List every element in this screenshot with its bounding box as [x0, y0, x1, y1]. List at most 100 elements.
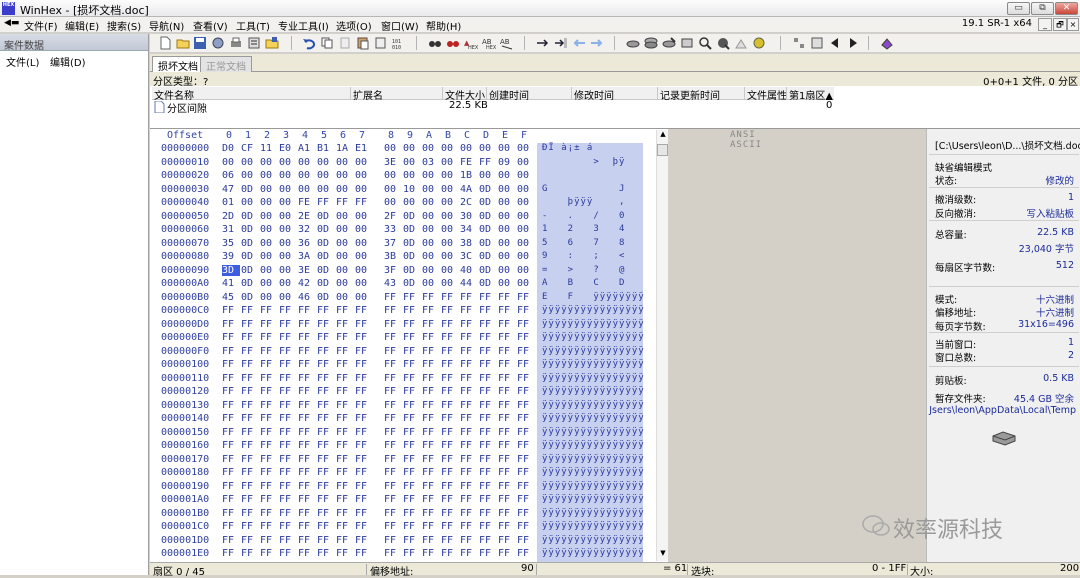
hex-byte[interactable]: 00: [517, 238, 535, 249]
save-icon[interactable]: [193, 36, 207, 50]
hex-byte[interactable]: 00: [441, 184, 459, 195]
hex-byte[interactable]: FF: [422, 332, 440, 343]
hex-byte[interactable]: FF: [422, 400, 440, 411]
hex-byte[interactable]: 00: [241, 197, 259, 208]
hex-byte[interactable]: FF: [298, 373, 316, 384]
hex-byte[interactable]: FF: [336, 494, 354, 505]
goto-offset-icon[interactable]: [536, 36, 550, 50]
hex-row[interactable]: 00000090 3D 0D 00 00 3E 0D 00 00 3F 0D 00 00 40 0D 00 00…: [150, 264, 660, 278]
ascii-text[interactable]: ÿÿÿÿÿÿÿÿÿÿÿÿÿÿÿÿ: [542, 413, 645, 423]
hex-row[interactable]: 000000B0 45 0D 00 00 46 0D 00 00 FF FF FF FF FF FF FF FF…: [150, 291, 660, 305]
hex-byte[interactable]: FF: [317, 413, 335, 424]
hex-byte[interactable]: 0D: [317, 238, 335, 249]
hex-byte[interactable]: FF: [498, 454, 516, 465]
hex-byte[interactable]: 00: [355, 278, 373, 289]
find-text-icon[interactable]: [428, 36, 442, 50]
hex-byte[interactable]: FF: [422, 373, 440, 384]
hex-byte[interactable]: FF: [403, 535, 421, 546]
hex-byte[interactable]: 00: [422, 278, 440, 289]
hex-byte[interactable]: FF: [498, 292, 516, 303]
hex-byte[interactable]: 00: [422, 170, 440, 181]
hex-byte[interactable]: 01: [222, 197, 240, 208]
hex-byte[interactable]: 00: [355, 211, 373, 222]
hex-byte[interactable]: FF: [517, 467, 535, 478]
hex-byte[interactable]: 00: [279, 170, 297, 181]
hex-byte[interactable]: CF: [241, 143, 259, 154]
hex-byte[interactable]: FF: [336, 197, 354, 208]
hex-byte[interactable]: FF: [422, 359, 440, 370]
hex-row[interactable]: 00000030 47 0D 00 00 00 00 00 00 00 10 00 00 4A 0D 00 00…: [150, 183, 660, 197]
forward-icon[interactable]: [590, 36, 604, 50]
hex-byte[interactable]: 45: [222, 292, 240, 303]
ascii-text[interactable]: E F ÿÿÿÿÿÿÿÿ: [542, 292, 645, 302]
hex-byte[interactable]: 00: [279, 278, 297, 289]
hex-byte[interactable]: FF: [441, 481, 459, 492]
hex-byte[interactable]: 00: [279, 238, 297, 249]
hex-byte[interactable]: 0D: [403, 278, 421, 289]
hex-byte[interactable]: FF: [498, 535, 516, 546]
hex-byte[interactable]: FF: [222, 548, 240, 559]
hex-byte[interactable]: 00: [336, 251, 354, 262]
hex-byte[interactable]: FF: [279, 319, 297, 330]
hex-byte[interactable]: FF: [241, 373, 259, 384]
hex-byte[interactable]: FF: [479, 454, 497, 465]
hex-byte[interactable]: FF: [517, 548, 535, 559]
hex-byte[interactable]: FF: [222, 373, 240, 384]
hex-byte[interactable]: FF: [260, 346, 278, 357]
hex-byte[interactable]: FF: [498, 427, 516, 438]
hex-byte[interactable]: FF: [260, 521, 278, 532]
hex-byte[interactable]: FF: [441, 292, 459, 303]
hex-byte[interactable]: FF: [222, 319, 240, 330]
ascii-text[interactable]: ÿÿÿÿÿÿÿÿÿÿÿÿÿÿÿÿ: [542, 535, 645, 545]
hex-byte[interactable]: FF: [355, 346, 373, 357]
hex-byte[interactable]: FF: [517, 400, 535, 411]
hex-byte[interactable]: 00: [336, 238, 354, 249]
hex-byte[interactable]: FF: [422, 548, 440, 559]
hex-byte[interactable]: 00: [298, 157, 316, 168]
hex-byte[interactable]: FF: [241, 481, 259, 492]
hex-row[interactable]: 000000D0 FF FF FF FF FF FF FF FF FF FF FF FF FF FF FF FF…: [150, 318, 660, 332]
hex-byte[interactable]: 00: [260, 224, 278, 235]
hex-byte[interactable]: FF: [260, 548, 278, 559]
hex-byte[interactable]: FF: [260, 427, 278, 438]
hex-byte[interactable]: FF: [317, 521, 335, 532]
hex-byte[interactable]: FF: [279, 535, 297, 546]
hex-byte[interactable]: FF: [279, 427, 297, 438]
open-folder-icon[interactable]: [265, 36, 279, 50]
hex-byte[interactable]: FF: [479, 157, 497, 168]
hex-byte[interactable]: 00: [279, 265, 297, 276]
hex-byte[interactable]: FF: [355, 548, 373, 559]
menu-navigation[interactable]: 导航(N): [149, 18, 184, 33]
hex-byte[interactable]: 0D: [403, 224, 421, 235]
new-file-icon[interactable]: [158, 36, 172, 50]
hex-byte[interactable]: FF: [479, 305, 497, 316]
column-attributes[interactable]: 文件属性: [744, 87, 787, 102]
hex-row[interactable]: 000001E0 FF FF FF FF FF FF FF FF FF FF FF FF FF FF FF FF…: [150, 548, 660, 562]
ascii-text[interactable]: - . / 0: [542, 211, 625, 221]
hex-byte[interactable]: FF: [279, 346, 297, 357]
hex-row[interactable]: 00000040 01 00 00 00 FE FF FF FF 00 00 00 00 2C 0D 00 00…: [150, 197, 660, 211]
clone-disk-icon[interactable]: [680, 36, 694, 50]
hex-byte[interactable]: 00: [422, 197, 440, 208]
hex-byte[interactable]: FF: [260, 386, 278, 397]
hex-byte[interactable]: FF: [355, 373, 373, 384]
hex-byte[interactable]: 00: [260, 251, 278, 262]
hex-byte[interactable]: 37: [384, 238, 402, 249]
hex-byte[interactable]: FF: [517, 508, 535, 519]
hex-byte[interactable]: 44: [460, 278, 478, 289]
hex-byte[interactable]: FF: [403, 373, 421, 384]
hex-byte[interactable]: 00: [384, 143, 402, 154]
hex-byte[interactable]: FF: [422, 305, 440, 316]
hex-byte[interactable]: FF: [355, 332, 373, 343]
hex-byte[interactable]: FF: [317, 319, 335, 330]
hex-byte[interactable]: FF: [460, 359, 478, 370]
hex-byte[interactable]: FF: [517, 305, 535, 316]
wipe-disk-icon[interactable]: [734, 36, 748, 50]
hex-byte[interactable]: 0D: [317, 224, 335, 235]
hex-byte[interactable]: FF: [422, 494, 440, 505]
hex-byte[interactable]: FF: [498, 332, 516, 343]
hex-byte[interactable]: 39: [222, 251, 240, 262]
hex-byte[interactable]: 00: [298, 170, 316, 181]
hex-byte[interactable]: 32: [298, 224, 316, 235]
hex-byte[interactable]: FF: [279, 521, 297, 532]
